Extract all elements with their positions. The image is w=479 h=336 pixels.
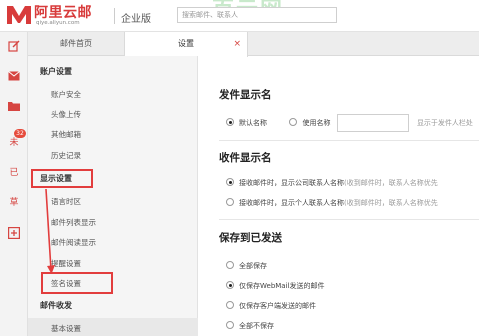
highlight-display-settings <box>31 169 93 188</box>
radio-company-contact[interactable] <box>226 178 234 186</box>
section-divider <box>219 140 479 141</box>
save-option-webmail: 仅保存WebMail发送的邮件 <box>226 281 324 291</box>
edition-label: 企业版 <box>121 14 151 25</box>
radio-personal-contact[interactable] <box>226 198 234 206</box>
radio-save-client[interactable] <box>226 301 234 309</box>
tab-bar: 邮件首页 设置 × <box>28 32 479 57</box>
sidebar-item-history[interactable]: 历史记录 <box>51 150 81 161</box>
settings-content: 发件显示名 默认名称 使用名称 显示于发件人栏处 收件显示名 接收邮件时，显示公… <box>199 57 479 336</box>
highlight-signature-settings <box>41 272 113 294</box>
save-to-sent-title: 保存到已发送 <box>219 232 282 244</box>
sidebar-item-basic-settings[interactable]: 基本设置 <box>51 323 81 334</box>
radio-save-all[interactable] <box>226 261 234 269</box>
unread-icon[interactable]: 未 <box>6 133 22 149</box>
search-input[interactable]: 搜索邮件、联系人 <box>177 7 337 23</box>
sidebar-item-avatar-upload[interactable]: 头像上传 <box>51 109 81 120</box>
sent-icon[interactable]: 已 <box>6 163 22 179</box>
sidebar-item-other-mailboxes[interactable]: 其他邮箱 <box>51 129 81 140</box>
group-mail-send-receive[interactable]: 邮件收发 <box>40 300 72 311</box>
label-custom-name: 使用名称 <box>302 119 331 127</box>
radio-save-webmail[interactable] <box>226 281 234 289</box>
sidebar-item-mail-read-display[interactable]: 邮件阅读显示 <box>51 237 96 248</box>
top-header: 阿里云邮 qiye.aliyun.com 企业版 百云网 搜索邮件、联系人 <box>0 0 479 32</box>
aliyun-mail-logo-icon[interactable] <box>5 2 33 26</box>
sidebar-item-mail-list-display[interactable]: 邮件列表显示 <box>51 217 96 228</box>
group-account-settings[interactable]: 账户设置 <box>40 66 72 77</box>
recipient-option-company: 接收邮件时，显示公司联系人名称(收到邮件时，联系人名称优先 <box>226 178 438 188</box>
label-company-contact: 接收邮件时，显示公司联系人名称 <box>239 179 344 187</box>
sender-display-hint: 显示于发件人栏处 <box>416 119 473 127</box>
save-option-none: 全部不保存 <box>226 321 274 331</box>
folder-icon[interactable] <box>6 98 22 114</box>
radio-save-none[interactable] <box>226 321 234 329</box>
label-save-all: 全部保存 <box>239 262 267 270</box>
draft-icon[interactable]: 草 <box>6 193 22 209</box>
settings-sidebar: 账户设置 账户安全 头像上传 其他邮箱 历史记录 显示设置 语言时区 邮件列表显… <box>28 56 198 336</box>
custom-name-input[interactable] <box>336 114 409 132</box>
brand-name: 阿里云邮 <box>34 5 92 21</box>
logo-divider <box>114 8 115 24</box>
save-option-client: 仅保存客户端发送的邮件 <box>226 301 316 311</box>
sender-display-title: 发件显示名 <box>219 89 272 101</box>
add-icon[interactable] <box>6 225 22 241</box>
save-option-all: 全部保存 <box>226 261 267 271</box>
label-save-webmail: 仅保存WebMail发送的邮件 <box>239 282 325 290</box>
inbox-icon[interactable] <box>6 68 22 84</box>
tab-settings-label: 设置 <box>178 39 194 48</box>
label-default-name: 默认名称 <box>239 119 267 127</box>
section-divider <box>219 219 479 220</box>
sidebar-item-reminder-settings[interactable]: 提醒设置 <box>51 258 81 269</box>
label-personal-contact: 接收邮件时，显示个人联系人名称 <box>239 199 344 207</box>
sidebar-item-language-timezone[interactable]: 语言时区 <box>51 196 81 207</box>
left-nav-rail: 32 未 已 草 <box>0 32 28 336</box>
sender-display-options: 默认名称 使用名称 显示于发件人栏处 <box>226 114 473 132</box>
recipient-display-title: 收件显示名 <box>219 152 272 164</box>
note-personal-contact: (收到邮件时，联系人名称优先 <box>344 199 438 207</box>
compose-icon[interactable] <box>6 38 22 54</box>
radio-default-name[interactable] <box>226 118 234 126</box>
close-icon[interactable]: × <box>233 32 241 56</box>
tab-settings[interactable]: 设置 × <box>124 32 248 57</box>
tab-mail-home[interactable]: 邮件首页 <box>28 32 124 56</box>
sidebar-item-account-security[interactable]: 账户安全 <box>51 89 81 100</box>
recipient-option-personal: 接收邮件时，显示个人联系人名称(收到邮件时，联系人名称优先 <box>226 198 438 208</box>
brand-url: qiye.aliyun.com <box>36 20 80 26</box>
label-save-none: 全部不保存 <box>239 322 274 330</box>
radio-custom-name[interactable] <box>289 118 298 126</box>
note-company-contact: (收到邮件时，联系人名称优先 <box>344 179 438 187</box>
label-save-client: 仅保存客户端发送的邮件 <box>239 302 316 310</box>
